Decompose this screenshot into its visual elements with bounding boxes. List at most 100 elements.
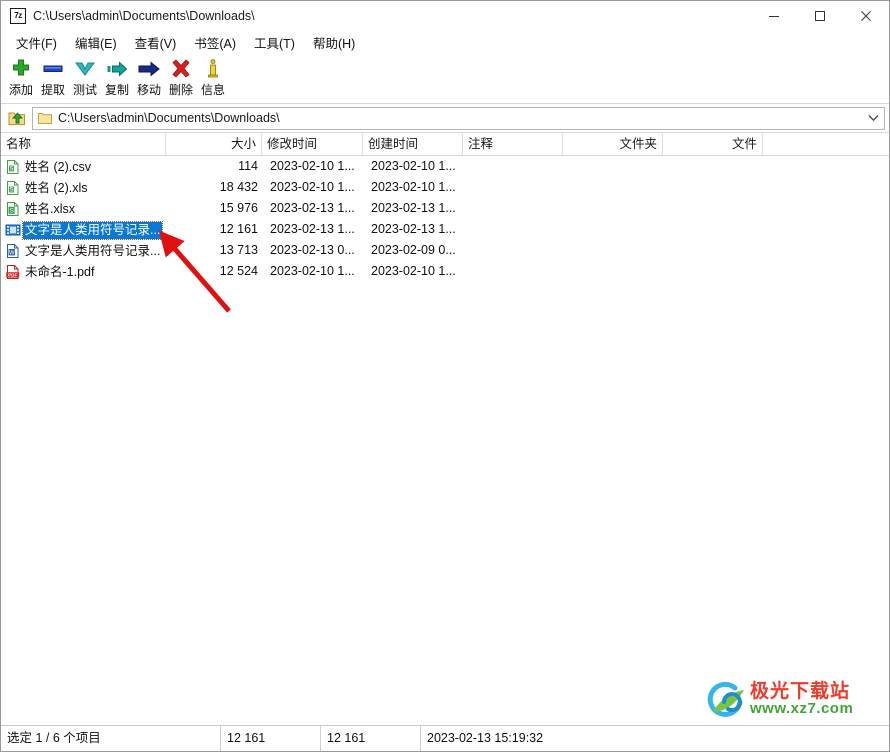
file-files-cell: [663, 261, 763, 282]
file-files-cell: [663, 198, 763, 219]
table-row[interactable]: S 姓名.xlsx 15 976 2023-02-13 1... 2023-02…: [1, 198, 889, 219]
arrow-right-short-icon: [106, 56, 128, 82]
column-header-size[interactable]: 大小: [166, 133, 262, 155]
menu-help[interactable]: 帮助(H): [304, 31, 364, 55]
window-title: C:\Users\admin\Documents\Downloads\: [33, 9, 255, 23]
table-row[interactable]: PDF 未命名-1.pdf 12 524 2023-02-10 1... 202…: [1, 261, 889, 282]
file-folders-cell: [563, 240, 663, 261]
folder-up-icon: [8, 112, 25, 126]
column-header-modified[interactable]: 修改时间: [262, 133, 363, 155]
status-bar: 选定 1 / 6 个项目 12 161 12 161 2023-02-13 15…: [1, 725, 889, 751]
toolbar: 添加 提取 测试 复制 移动 删除 信息: [1, 54, 889, 104]
toolbar-button-info[interactable]: 信息: [197, 54, 229, 100]
file-size-cell: 12 161: [219, 222, 258, 236]
toolbar-label-add: 添加: [8, 83, 33, 97]
file-created-cell: 2023-02-10 1...: [371, 159, 456, 173]
plus-icon: [10, 56, 32, 82]
close-icon: [861, 11, 871, 21]
arrow-right-icon: [138, 56, 160, 82]
app-icon-7zip: 7z: [10, 8, 26, 24]
minimize-button[interactable]: [751, 1, 797, 31]
status-timestamp: 2023-02-13 15:19:32: [427, 731, 544, 745]
column-header-comment[interactable]: 注释: [463, 133, 563, 155]
table-row[interactable]: S 姓名 (2).xls 18 432 2023-02-10 1... 2023…: [1, 177, 889, 198]
file-comment-cell: [467, 261, 563, 282]
toolbar-button-extract[interactable]: 提取: [37, 54, 69, 100]
file-comment-cell: [467, 198, 563, 219]
file-files-cell: [663, 219, 763, 240]
file-folders-cell: [563, 198, 663, 219]
file-comment-cell: [467, 219, 563, 240]
file-files-cell: [663, 240, 763, 261]
file-name: 未命名-1.pdf: [25, 265, 95, 280]
toolbar-button-move[interactable]: 移动: [133, 54, 165, 100]
menu-tools[interactable]: 工具(T): [245, 31, 304, 55]
toolbar-button-test[interactable]: 测试: [69, 54, 101, 100]
file-name-cell: 姓名 (2).csv: [1, 156, 166, 177]
window-controls: [751, 1, 889, 31]
toolbar-button-copy[interactable]: 复制: [101, 54, 133, 100]
file-folders-cell: [563, 177, 663, 198]
file-modified-cell: 2023-02-10 1...: [270, 264, 355, 278]
menu-file[interactable]: 文件(F): [7, 31, 66, 55]
file-comment-cell: [467, 240, 563, 261]
file-rows: S 姓名 (2).csv 114 2023-02-10 1... 2023-02…: [1, 156, 889, 282]
seven-zip-window: 7z C:\Users\admin\Documents\Downloads\ 文…: [0, 0, 890, 752]
file-modified-cell: 2023-02-10 1...: [270, 180, 355, 194]
column-header-files[interactable]: 文件: [663, 133, 763, 155]
file-folders-cell: [563, 156, 663, 177]
toolbar-button-delete[interactable]: 删除: [165, 54, 197, 100]
file-name-cell: 未命名-1.pdf: [1, 261, 166, 282]
file-size-cell: 13 713: [219, 243, 258, 257]
close-button[interactable]: [843, 1, 889, 31]
toolbar-button-add[interactable]: 添加: [5, 54, 37, 100]
file-name: 姓名.xlsx: [25, 202, 76, 217]
title-bar: 7z C:\Users\admin\Documents\Downloads\: [1, 1, 889, 31]
file-created-cell: 2023-02-13 1...: [371, 201, 456, 215]
status-selected-size: 12 161: [221, 726, 321, 751]
table-row-selected[interactable]: 文字是人类用符号记录... 12 161 2023-02-13 1... 202…: [1, 219, 889, 240]
file-name: 文字是人类用符号记录...: [21, 221, 164, 240]
file-name: 姓名 (2).xls: [25, 181, 88, 196]
file-size-cell: 12 524: [219, 264, 258, 278]
path-combobox[interactable]: C:\Users\admin\Documents\Downloads\: [32, 106, 885, 130]
column-header-folders[interactable]: 文件夹: [563, 133, 663, 155]
table-row[interactable]: W 文字是人类用符号记录... 13 713 2023-02-13 0... 2…: [1, 240, 889, 261]
info-icon: [202, 56, 224, 82]
column-header-created[interactable]: 创建时间: [363, 133, 463, 155]
up-one-level-button[interactable]: [4, 106, 30, 130]
menu-bar: 文件(F) 编辑(E) 查看(V) 书签(A) 工具(T) 帮助(H): [1, 31, 889, 54]
file-size-cell: 114: [238, 159, 258, 173]
menu-edit[interactable]: 编辑(E): [66, 31, 126, 55]
column-header-name[interactable]: 名称: [1, 133, 166, 155]
file-folders-cell: [563, 261, 663, 282]
file-name-cell: 文字是人类用符号记录...: [1, 219, 166, 240]
file-created-cell: 2023-02-09 0...: [371, 243, 456, 257]
toolbar-label-extract: 提取: [40, 83, 65, 97]
file-name: 姓名 (2).csv: [25, 160, 91, 175]
file-size-cell: 18 432: [219, 180, 258, 194]
file-comment-cell: [467, 177, 563, 198]
column-headers: 名称 大小 修改时间 创建时间 注释 文件夹 文件: [1, 133, 889, 156]
minimize-icon: [769, 16, 779, 17]
status-total-size: 12 161: [321, 726, 421, 751]
x-icon: [170, 56, 192, 82]
file-name-cell: 姓名.xlsx: [1, 198, 166, 219]
toolbar-label-test: 测试: [72, 83, 97, 97]
file-modified-cell: 2023-02-13 1...: [270, 222, 355, 236]
chevron-down-icon[interactable]: [862, 114, 884, 122]
file-name-cell: 姓名 (2).xls: [1, 177, 166, 198]
table-row[interactable]: S 姓名 (2).csv 114 2023-02-10 1... 2023-02…: [1, 156, 889, 177]
path-text: C:\Users\admin\Documents\Downloads\: [58, 111, 280, 125]
file-created-cell: 2023-02-10 1...: [371, 180, 456, 194]
maximize-button[interactable]: [797, 1, 843, 31]
menu-bookmarks[interactable]: 书签(A): [185, 31, 245, 55]
toolbar-label-info: 信息: [200, 83, 225, 97]
toolbar-label-delete: 删除: [168, 83, 193, 97]
menu-view[interactable]: 查看(V): [126, 31, 186, 55]
file-modified-cell: 2023-02-13 0...: [270, 243, 355, 257]
status-selection: 选定 1 / 6 个项目: [1, 726, 221, 751]
file-created-cell: 2023-02-10 1...: [371, 264, 456, 278]
folder-icon: [38, 111, 52, 125]
toolbar-label-move: 移动: [136, 83, 161, 97]
